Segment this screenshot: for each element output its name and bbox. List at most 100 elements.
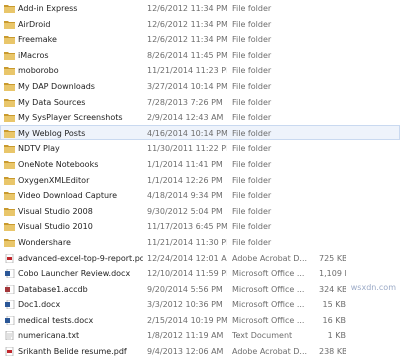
file-name: OxygenXMLEditor <box>18 175 90 185</box>
file-row[interactable]: numericana.txt 1/8/2012 11:19 AM Text Docu… <box>0 327 400 343</box>
file-size: 1,109 KB <box>319 269 346 279</box>
folder-icon <box>4 98 15 107</box>
file-name: My Weblog Posts <box>18 128 86 138</box>
file-name: My Data Sources <box>18 97 86 107</box>
file-type: File folder <box>232 237 272 247</box>
file-type: Microsoft Office ... <box>232 269 305 279</box>
file-row[interactable]: Srikanth Belide resume.pdf 9/4/2013 12:06… <box>0 343 400 359</box>
folder-icon <box>4 20 15 29</box>
file-type: File folder <box>232 35 272 45</box>
folder-icon <box>4 176 15 185</box>
word-doc-icon <box>4 269 15 279</box>
folder-icon <box>4 222 15 232</box>
folder-row[interactable]: Freemake 12/6/2012 11:34 PM File folder <box>0 31 400 47</box>
file-name: Wondershare <box>18 237 71 247</box>
folder-row[interactable]: Add-in Express 12/6/2012 11:34 PM File fol… <box>0 0 400 16</box>
folder-icon <box>4 66 15 76</box>
file-size: 725 KB <box>319 253 346 263</box>
date-modified: 1/8/2012 11:19 AM <box>147 331 224 341</box>
folder-row[interactable]: moborobo 11/21/2014 11:23 PM File folder <box>0 62 400 78</box>
file-type: Text Document <box>232 331 293 341</box>
file-type: File folder <box>232 113 272 123</box>
file-name: My SysPlayer Screenshots <box>18 113 123 123</box>
file-type: File folder <box>232 191 272 201</box>
date-modified: 11/30/2011 11:22 PM <box>147 144 227 154</box>
watermark: wsxdn.com <box>350 283 396 292</box>
file-row[interactable]: advanced-excel-top-9-report.pdf 12/24/201… <box>0 250 400 266</box>
date-modified: 3/3/2012 10:36 PM <box>147 300 223 310</box>
date-modified: 4/18/2014 9:34 PM <box>147 191 223 201</box>
file-type: File folder <box>232 206 272 216</box>
file-size: 16 KB <box>322 315 346 325</box>
file-name: Add-in Express <box>18 4 78 13</box>
file-name: moborobo <box>18 66 59 76</box>
folder-row[interactable]: AirDroid 12/6/2012 11:34 PM File folder <box>0 16 400 32</box>
date-modified: 2/15/2014 10:19 PM <box>147 315 227 325</box>
file-type: File folder <box>232 66 272 76</box>
date-modified: 12/6/2012 11:34 PM <box>147 19 227 29</box>
file-size: 324 KB <box>319 284 346 294</box>
file-size: 1 KB <box>327 331 346 341</box>
folder-icon <box>4 4 15 13</box>
file-name: Visual Studio 2008 <box>18 206 93 216</box>
folder-icon <box>4 207 15 216</box>
folder-icon <box>4 129 15 138</box>
file-type: Adobe Acrobat D... <box>232 253 308 263</box>
folder-row[interactable]: iMacros 8/26/2014 11:45 PM File folder <box>0 47 400 63</box>
file-type: File folder <box>232 159 272 169</box>
file-name: Freemake <box>18 35 57 45</box>
folder-row[interactable]: My SysPlayer Screenshots 2/9/2014 12:43 A… <box>0 109 400 125</box>
folder-row[interactable]: Wondershare 11/21/2014 11:30 PM File folde… <box>0 234 400 250</box>
folder-row[interactable]: OxygenXMLEditor 1/1/2014 12:26 PM File fol… <box>0 172 400 188</box>
folder-row[interactable]: NDTV Play 11/30/2011 11:22 PM File folder <box>0 140 400 156</box>
file-type: File folder <box>232 175 272 185</box>
folder-row[interactable]: My Data Sources 7/28/2013 7:26 PM File fol… <box>0 94 400 110</box>
folder-icon <box>4 113 15 123</box>
file-type: Adobe Acrobat D... <box>232 347 308 357</box>
folder-row[interactable]: My Weblog Posts 4/16/2014 10:14 PM File fo… <box>0 124 400 141</box>
file-name: OneNote Notebooks <box>18 159 99 169</box>
date-modified: 12/10/2014 11:59 PM <box>147 269 227 279</box>
date-modified: 9/4/2013 12:06 AM <box>147 347 224 357</box>
file-row[interactable]: Cobo Launcher Review.docx 12/10/2014 11:5… <box>0 265 400 281</box>
file-name: medical tests.docx <box>18 315 94 325</box>
file-type: File folder <box>232 144 272 154</box>
date-modified: 9/20/2014 5:56 PM <box>147 284 223 294</box>
file-type: Microsoft Office ... <box>232 284 305 294</box>
folder-icon <box>4 191 15 201</box>
file-type: File folder <box>232 97 272 107</box>
date-modified: 4/16/2014 10:14 PM <box>147 128 227 138</box>
file-name: Database1.accdb <box>18 284 88 294</box>
file-name: numericana.txt <box>18 331 80 341</box>
file-type: File folder <box>232 4 272 13</box>
folder-row[interactable]: My DAP Downloads 3/27/2014 10:14 PM File f… <box>0 78 400 94</box>
folder-row[interactable]: Visual Studio 2010 11/17/2013 6:45 PM File… <box>0 218 400 234</box>
date-modified: 7/28/2013 7:26 PM <box>147 97 223 107</box>
word-doc-icon <box>4 300 15 310</box>
folder-icon <box>4 51 15 60</box>
file-row[interactable]: Doc1.docx 3/3/2012 10:36 PM Microsoft Offi… <box>0 296 400 312</box>
pdf-icon <box>4 253 15 263</box>
access-db-icon <box>4 284 15 294</box>
file-type: Microsoft Office ... <box>232 300 305 310</box>
date-modified: 12/6/2012 11:34 PM <box>147 35 227 45</box>
pdf-icon <box>4 347 15 357</box>
file-row[interactable]: medical tests.docx 2/15/2014 10:19 PM Micr… <box>0 312 400 328</box>
folder-row[interactable]: Visual Studio 2008 9/30/2012 5:04 PM File … <box>0 203 400 219</box>
file-type: File folder <box>232 19 272 29</box>
file-type: Microsoft Office ... <box>232 315 305 325</box>
file-type: File folder <box>232 50 272 60</box>
date-modified: 3/27/2014 10:14 PM <box>147 81 227 91</box>
date-modified: 8/26/2014 11:45 PM <box>147 50 227 60</box>
folder-icon <box>4 238 15 247</box>
folder-icon <box>4 82 15 91</box>
folder-row[interactable]: Video Download Capture 4/18/2014 9:34 PM F… <box>0 187 400 203</box>
date-modified: 9/30/2012 5:04 PM <box>147 206 223 216</box>
file-size: 15 KB <box>322 300 346 310</box>
word-doc-icon <box>4 315 15 325</box>
file-list: Add-in Express 12/6/2012 11:34 PM File fol… <box>0 0 400 359</box>
file-name: AirDroid <box>18 19 51 29</box>
file-name: iMacros <box>18 50 49 60</box>
file-name: NDTV Play <box>18 144 60 154</box>
folder-row[interactable]: OneNote Notebooks 1/1/2014 11:41 PM File f… <box>0 156 400 172</box>
